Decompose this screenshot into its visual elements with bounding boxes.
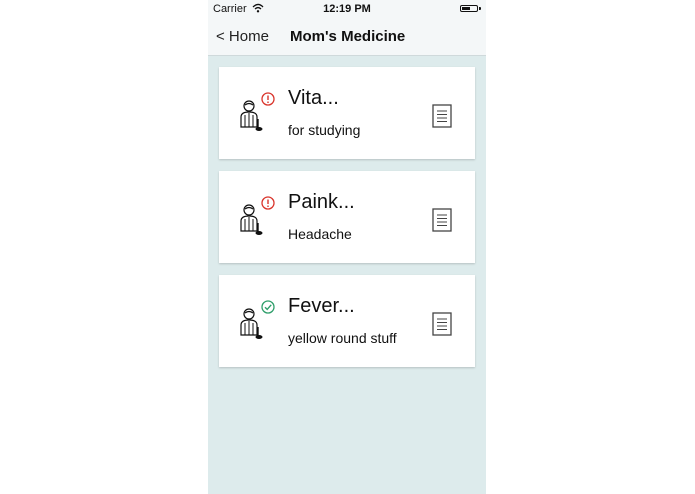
document-icon[interactable] [432, 208, 452, 232]
medicine-name: Fever... [288, 295, 355, 317]
battery-icon [460, 5, 478, 12]
back-home-button[interactable]: < Home [216, 28, 269, 45]
alert-circle-icon [261, 196, 275, 210]
status-bar: Carrier 12:19 PM [208, 0, 486, 17]
medicine-note: Headache [288, 226, 352, 242]
check-circle-icon [261, 300, 275, 314]
medicine-name: Vita... [288, 87, 339, 109]
document-icon[interactable] [432, 104, 452, 128]
medicine-card[interactable]: Paink... Headache [219, 171, 475, 263]
clock: 12:19 PM [323, 3, 371, 15]
battery-level-fill [462, 7, 470, 10]
medicine-note: for studying [288, 122, 361, 138]
medicine-name: Paink... [288, 191, 355, 213]
alert-circle-icon [261, 92, 275, 106]
navigation-bar: < Home Mom's Medicine [208, 17, 486, 56]
battery-tip [479, 7, 481, 10]
page-title: Mom's Medicine [290, 28, 406, 45]
phone-screen: Carrier 12:19 PM < Home Mom's Medicine V… [208, 0, 486, 494]
medicine-card[interactable]: Vita... for studying [219, 67, 475, 159]
document-icon[interactable] [432, 312, 452, 336]
medicine-card[interactable]: Fever... yellow round stuff [219, 275, 475, 367]
medicine-note: yellow round stuff [288, 330, 397, 346]
